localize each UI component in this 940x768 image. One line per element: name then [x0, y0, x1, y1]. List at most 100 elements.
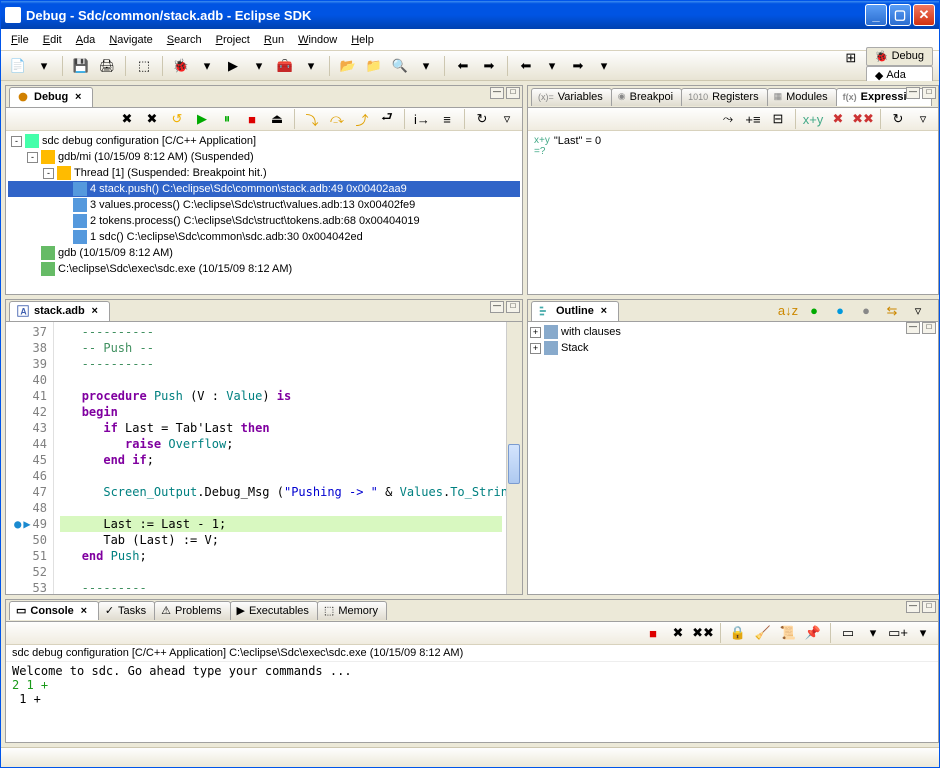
code-line[interactable]: raise Overflow; [60, 436, 502, 452]
remove-icon[interactable]: ✖ [116, 108, 138, 130]
code-line[interactable]: if Last = Tab'Last then [60, 420, 502, 436]
resume-icon[interactable]: ↺ [166, 108, 188, 130]
open-console-icon[interactable]: ▭+ [887, 622, 909, 644]
code-line[interactable]: Screen_Output.Debug_Msg ("Pushing -> " &… [60, 484, 502, 500]
tree-toggle-icon[interactable]: - [11, 136, 22, 147]
refresh-icon[interactable]: ↻ [471, 108, 493, 130]
ext-tools-icon[interactable]: 🧰 [274, 55, 296, 77]
forward-icon[interactable]: ➡ [567, 55, 589, 77]
filter-icon[interactable]: ≡ [436, 108, 458, 130]
close-tab-icon[interactable]: × [598, 305, 610, 317]
dropdown-icon[interactable]: ▾ [300, 55, 322, 77]
menu-window[interactable]: Window [292, 32, 343, 48]
instruction-step-icon[interactable]: i→ [411, 108, 433, 130]
perspective-debug[interactable]: 🐞 Debug [866, 47, 933, 66]
stack-frame[interactable]: -sdc debug configuration [C/C++ Applicat… [8, 133, 520, 149]
stack-frame[interactable]: 4 stack.push() C:\eclipse\Sdc\common\sta… [8, 181, 520, 197]
stack-frame[interactable]: gdb (10/15/09 8:12 AM) [8, 245, 520, 261]
view-menu-icon[interactable]: ▿ [907, 300, 929, 322]
binary-icon[interactable]: ⬚ [133, 55, 155, 77]
remove-icon[interactable]: ✖ [667, 622, 689, 644]
menu-help[interactable]: Help [345, 32, 380, 48]
code-line[interactable]: procedure Push (V : Value) is [60, 388, 502, 404]
close-tab-icon[interactable]: × [72, 91, 84, 103]
dropdown-icon[interactable]: ▾ [415, 55, 437, 77]
tab-variables[interactable]: (x)=Variables [531, 88, 612, 106]
code-line[interactable] [60, 372, 502, 388]
menu-search[interactable]: Search [161, 32, 208, 48]
code-line[interactable]: -- Push -- [60, 340, 502, 356]
debug-icon[interactable]: 🐞 [170, 55, 192, 77]
new-watch-icon[interactable]: x+y [802, 108, 824, 130]
nav-next-icon[interactable]: ➡ [478, 55, 500, 77]
tab-breakpoi[interactable]: ◉Breakpoi [611, 88, 682, 106]
tab-problems[interactable]: ⚠Problems [154, 601, 230, 620]
save-icon[interactable]: 💾 [70, 55, 92, 77]
collapse-icon[interactable]: ⊟ [767, 108, 789, 130]
scroll-lock-icon[interactable]: 📜 [777, 622, 799, 644]
maximize-view-icon[interactable]: □ [922, 601, 936, 613]
back-icon[interactable]: ⬅ [515, 55, 537, 77]
dropdown-icon[interactable]: ▾ [196, 55, 218, 77]
pin-icon[interactable]: 📌 [802, 622, 824, 644]
step-into-icon[interactable]: ⤵ [301, 108, 323, 130]
tab-console[interactable]: ▭Console× [9, 601, 99, 620]
open-folder-icon[interactable]: 📁 [363, 55, 385, 77]
code-editor[interactable]: 373839404142434445464748●▶49505152535455… [6, 322, 522, 594]
filter-gray-icon[interactable]: ● [855, 300, 877, 322]
open-perspective-icon[interactable]: ⊞ [840, 47, 862, 69]
minimize-view-icon[interactable]: — [490, 87, 504, 99]
stack-frame[interactable]: -Thread [1] (Suspended: Breakpoint hit.) [8, 165, 520, 181]
menu-run[interactable]: Run [258, 32, 290, 48]
drop-frame-icon[interactable]: ⮐ [376, 108, 398, 130]
close-tab-icon[interactable]: × [78, 605, 90, 617]
step-return-icon[interactable]: ⤴ [351, 108, 373, 130]
filter-green-icon[interactable]: ● [803, 300, 825, 322]
tab-modules[interactable]: ▦Modules [767, 88, 837, 106]
minimize-view-icon[interactable]: — [490, 301, 504, 313]
run-icon[interactable]: ▶ [222, 55, 244, 77]
view-menu-icon[interactable]: ▿ [496, 108, 518, 130]
breakpoint-icon[interactable]: ● [14, 516, 21, 532]
resume-icon[interactable]: ▶ [191, 108, 213, 130]
menu-ada[interactable]: Ada [70, 32, 102, 48]
refresh-icon[interactable]: ↻ [887, 108, 909, 130]
stack-frame[interactable]: 2 tokens.process() C:\eclipse\Sdc\struct… [8, 213, 520, 229]
dropdown-icon[interactable]: ▾ [593, 55, 615, 77]
remove-all-icon[interactable]: ✖ [141, 108, 163, 130]
code-line[interactable]: end Push; [60, 548, 502, 564]
tab-registers[interactable]: 1010Registers [681, 88, 768, 106]
minimize-view-icon[interactable]: — [906, 322, 920, 334]
terminate-icon[interactable]: ■ [642, 622, 664, 644]
tree-toggle-icon[interactable]: - [43, 168, 54, 179]
code-line[interactable]: Tab (Last) := V; [60, 532, 502, 548]
tab-debug[interactable]: Debug × [9, 87, 93, 107]
maximize-view-icon[interactable]: □ [922, 87, 936, 99]
menu-edit[interactable]: Edit [37, 32, 68, 48]
stack-frame[interactable]: 3 values.process() C:\eclipse\Sdc\struct… [8, 197, 520, 213]
filter-blue-icon[interactable]: ● [829, 300, 851, 322]
suspend-icon[interactable]: ⏸ [216, 108, 238, 130]
dropdown-icon[interactable]: ▾ [248, 55, 270, 77]
view-menu-icon[interactable]: ▿ [912, 108, 934, 130]
open-project-icon[interactable]: 📂 [337, 55, 359, 77]
display-icon[interactable]: ▭ [837, 622, 859, 644]
tab-tasks[interactable]: ✓Tasks [98, 601, 155, 620]
nav-prev-icon[interactable]: ⬅ [452, 55, 474, 77]
search-icon[interactable]: 🔍 [389, 55, 411, 77]
stack-frame[interactable]: -gdb/mi (10/15/09 8:12 AM) (Suspended) [8, 149, 520, 165]
code-line[interactable]: begin [60, 404, 502, 420]
menu-navigate[interactable]: Navigate [103, 32, 158, 48]
remove-icon[interactable]: ✖ [827, 108, 849, 130]
tree-toggle-icon[interactable]: + [530, 327, 541, 338]
dropdown-icon[interactable]: ▾ [33, 55, 55, 77]
tab-executables[interactable]: ▶Executables [230, 601, 318, 620]
menu-project[interactable]: Project [210, 32, 256, 48]
clear-icon[interactable]: 🧹 [752, 622, 774, 644]
tree-toggle-icon[interactable]: + [530, 343, 541, 354]
add-expression-icon[interactable]: +≡ [742, 108, 764, 130]
minimize-button[interactable]: _ [865, 4, 887, 26]
outline-item[interactable]: + with clauses [530, 324, 936, 340]
maximize-view-icon[interactable]: □ [922, 322, 936, 334]
dropdown-icon[interactable]: ▾ [862, 622, 884, 644]
